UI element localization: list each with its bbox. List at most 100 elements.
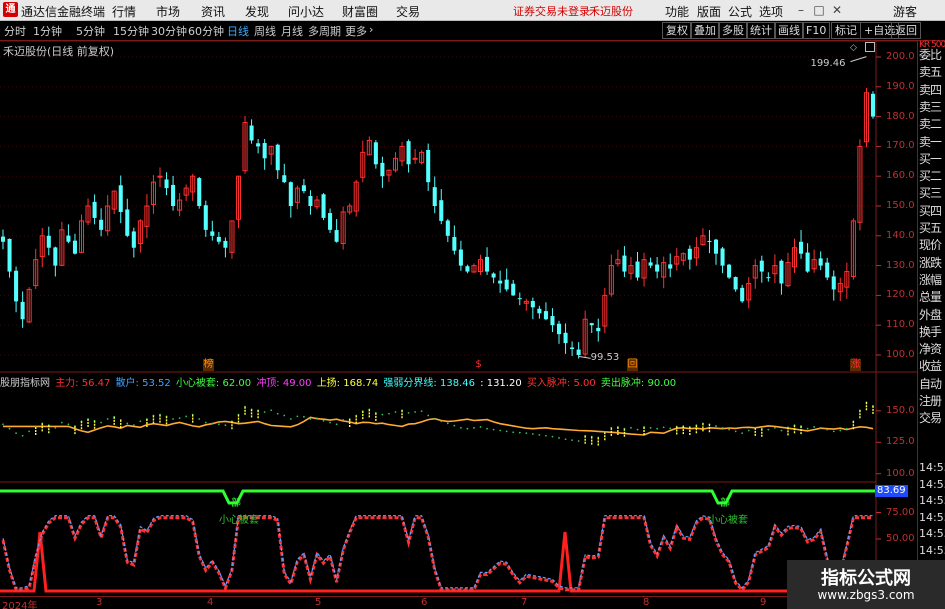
multi-stock-button[interactable]: 多股 [718, 22, 748, 39]
sidebar-item[interactable]: 买四 [919, 202, 945, 219]
menu-formula[interactable]: 公式 [728, 3, 752, 20]
sidebar-item[interactable]: 涨幅 [919, 271, 945, 288]
ind2-axis-label: 75.00 [886, 506, 915, 518]
tab-30min[interactable]: 30分钟 [151, 23, 187, 39]
menu-quotes[interactable]: 行情 [112, 3, 136, 20]
sidebar-item[interactable]: 总量 [919, 288, 945, 305]
login-warning[interactable]: 证券交易未登录 [513, 3, 590, 19]
back-button[interactable]: 返回 [891, 22, 921, 39]
sidebar-item[interactable]: 买三 [919, 184, 945, 201]
f10-button[interactable]: F10 [802, 22, 831, 39]
candle-body [825, 262, 830, 278]
sidebar-item[interactable]: 涨跌 [919, 254, 945, 271]
menu-market[interactable]: 市场 [156, 3, 180, 20]
sidebar-item[interactable]: 交易 [919, 409, 945, 426]
sidebar-item[interactable]: 买一 [919, 150, 945, 167]
menu-fortune[interactable]: 财富圈 [342, 3, 378, 20]
tab-intraday[interactable]: 分时 [4, 23, 26, 39]
sidebar-item[interactable]: 收益 [919, 357, 945, 374]
menu-layout[interactable]: 版面 [697, 3, 721, 20]
trend-dot [446, 422, 449, 425]
sidebar-item[interactable]: 买二 [919, 167, 945, 184]
candle-body [53, 247, 58, 266]
candle-body [791, 247, 798, 268]
tab-multi-period[interactable]: 多周期 [308, 23, 341, 39]
candle-body [242, 122, 248, 172]
overlay-button[interactable]: 叠加 [690, 22, 720, 39]
candle-body [537, 308, 542, 314]
trend-dot [813, 426, 816, 428]
trend-dot [865, 401, 868, 404]
menu-ask[interactable]: 问小达 [288, 3, 324, 20]
menu-news[interactable]: 资讯 [201, 3, 225, 20]
tab-60min[interactable]: 60分钟 [188, 23, 224, 39]
draw-line-button[interactable]: 画线 [774, 22, 804, 39]
minimize-icon[interactable]: – [792, 1, 810, 19]
trend-dot [100, 421, 103, 424]
chevron-right-icon[interactable]: › [369, 23, 373, 36]
menu-discover[interactable]: 发现 [245, 3, 269, 20]
sidebar-item[interactable]: 买五 [919, 219, 945, 236]
sidebar-item[interactable]: 卖二 [919, 115, 945, 132]
trend-dot [872, 404, 874, 407]
tab-daily[interactable]: 日线 [227, 23, 249, 39]
guest-label[interactable]: 游客 [893, 3, 917, 20]
candle-body [622, 255, 627, 272]
sidebar-item[interactable]: 现价 [919, 236, 945, 253]
sidebar-item[interactable]: 卖五 [919, 63, 945, 80]
sidebar-item[interactable]: 委比 [919, 46, 945, 63]
trend-dot [571, 439, 573, 442]
close-icon[interactable]: ✕ [828, 1, 846, 19]
kline-chart[interactable] [0, 0, 945, 609]
sidebar-item[interactable]: 外盘 [919, 306, 945, 323]
candle-body [419, 151, 425, 164]
candle-body [863, 92, 869, 143]
trend-dot [479, 426, 482, 428]
price-axis-label: 170.0 [886, 140, 915, 152]
ind1-axis-label: 150.0 [886, 404, 915, 416]
tab-more[interactable]: 更多 [345, 23, 367, 39]
mark-button[interactable]: 标记 [831, 22, 861, 39]
tab-1min[interactable]: 1分钟 [33, 23, 62, 39]
sidebar-item[interactable]: 卖三 [919, 98, 945, 115]
trend-dot [630, 426, 632, 429]
sidebar-time: 14:55 [919, 494, 945, 507]
menu-options[interactable]: 选项 [759, 3, 783, 20]
candle-body [707, 240, 712, 242]
high-pointer [850, 56, 867, 63]
trend-dot [590, 435, 593, 438]
sidebar-item[interactable]: 自动 [919, 375, 945, 392]
adjust-button[interactable]: 复权 [662, 22, 692, 39]
candle-body [301, 185, 306, 192]
trend-dot [688, 426, 691, 428]
menu-trade[interactable]: 交易 [396, 3, 420, 20]
trend-dot [669, 427, 672, 430]
candle-body [635, 261, 640, 278]
main-force-line [1, 516, 873, 593]
tab-5min[interactable]: 5分钟 [76, 23, 105, 39]
sidebar-item[interactable]: 净资 [919, 340, 945, 357]
date-tick-label: 2024年 [2, 601, 38, 609]
sidebar-item[interactable]: 卖四 [919, 81, 945, 98]
trend-dot [316, 417, 318, 420]
candle-body [582, 318, 588, 355]
trend-dot [656, 427, 659, 430]
tab-15min[interactable]: 15分钟 [113, 23, 149, 39]
sidebar-item[interactable]: 卖一 [919, 133, 945, 150]
stats-button[interactable]: 统计 [746, 22, 776, 39]
candle-body [615, 259, 621, 265]
candle-body [14, 270, 19, 302]
sidebar-item[interactable]: 换手 [919, 323, 945, 340]
maximize-icon[interactable]: □ [810, 1, 828, 19]
trend-dot [584, 434, 587, 437]
sidebar-item[interactable]: 注册 [919, 392, 945, 409]
tab-weekly[interactable]: 周线 [254, 23, 276, 39]
ind-field-buy-pulse: 买入脉冲: 5.00 [526, 378, 596, 389]
candle-body [693, 247, 699, 259]
trend-dot [538, 433, 541, 436]
tab-monthly[interactable]: 月线 [281, 23, 303, 39]
candle-body [235, 175, 242, 220]
menu-function[interactable]: 功能 [665, 3, 689, 20]
date-axis: 2024年 3 4 5 6 7 8 9 [0, 596, 917, 609]
trend-dot [459, 426, 462, 429]
